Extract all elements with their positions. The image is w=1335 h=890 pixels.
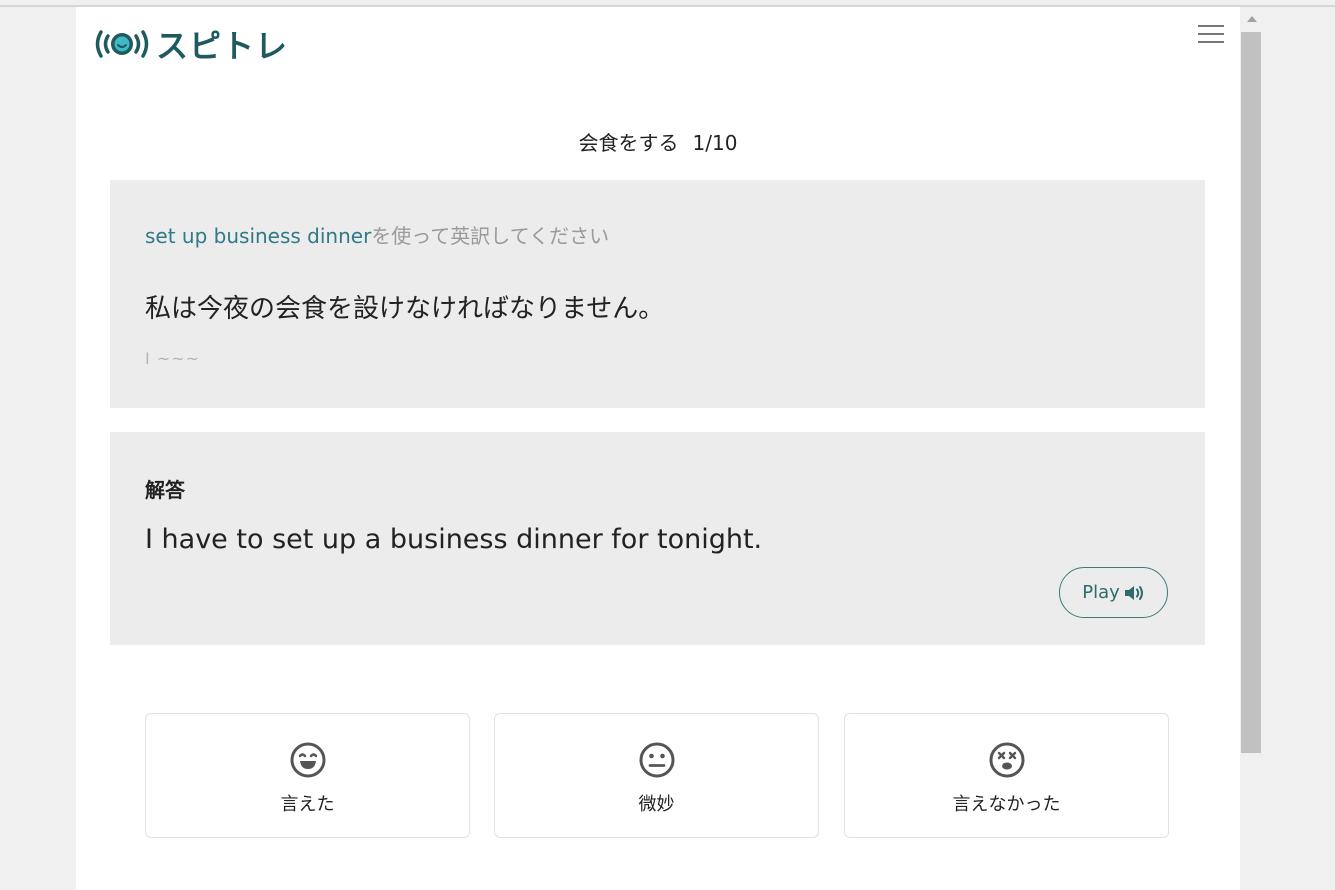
hamburger-icon xyxy=(1198,25,1224,27)
instruction: set up business dinnerを使って英訳してください xyxy=(145,220,609,249)
play-audio-button[interactable]: Play xyxy=(1059,567,1168,618)
rating-label: 言えなかった xyxy=(952,794,1061,815)
answer-text: I have to set up a business dinner for t… xyxy=(145,524,763,555)
answer-label: 解答 xyxy=(145,478,185,502)
rating-button-said-it[interactable]: 言えた xyxy=(145,713,470,838)
instruction-suffix: を使って英訳してください xyxy=(371,224,610,248)
lesson-progress: 1/10 xyxy=(692,131,738,155)
neutral-face-icon xyxy=(639,742,674,778)
signal-face-icon xyxy=(95,30,149,58)
answer-card: 解答 I have to set up a business dinner fo… xyxy=(110,432,1205,645)
lesson-title: 会食をする 1/10 xyxy=(76,127,1240,156)
play-label: Play xyxy=(1082,582,1120,603)
logo[interactable]: スピトレ xyxy=(92,21,288,67)
question-sentence: 私は今夜の会食を設けなければなりません。 xyxy=(145,294,665,324)
scroll-up-arrow-icon[interactable] xyxy=(1247,16,1257,22)
logo-text: スピトレ xyxy=(156,27,289,65)
speaker-icon xyxy=(1124,585,1143,600)
rating-button-so-so[interactable]: 微妙 xyxy=(494,713,819,838)
answer-hint: I ~~~ xyxy=(145,349,201,368)
hamburger-icon-bar xyxy=(1198,33,1224,35)
hamburger-menu-button[interactable] xyxy=(1198,25,1224,45)
scrollbar-thumb[interactable] xyxy=(1241,32,1261,753)
rating-label: 言えた xyxy=(280,794,335,815)
rating-button-could-not[interactable]: 言えなかった xyxy=(844,713,1169,838)
target-phrase: set up business dinner xyxy=(145,224,372,248)
question-card: set up business dinnerを使って英訳してください 私は今夜の… xyxy=(110,180,1205,408)
dizzy-face-icon xyxy=(989,742,1024,778)
happy-face-icon xyxy=(290,742,325,778)
app-page: スピトレ 会食をする 1/10 set up business dinnerを使っ… xyxy=(76,7,1240,890)
vertical-scrollbar[interactable] xyxy=(1240,7,1263,890)
lesson-name: 会食をする xyxy=(578,131,679,155)
hamburger-icon-bar xyxy=(1198,41,1224,43)
rating-label: 微妙 xyxy=(638,794,675,815)
